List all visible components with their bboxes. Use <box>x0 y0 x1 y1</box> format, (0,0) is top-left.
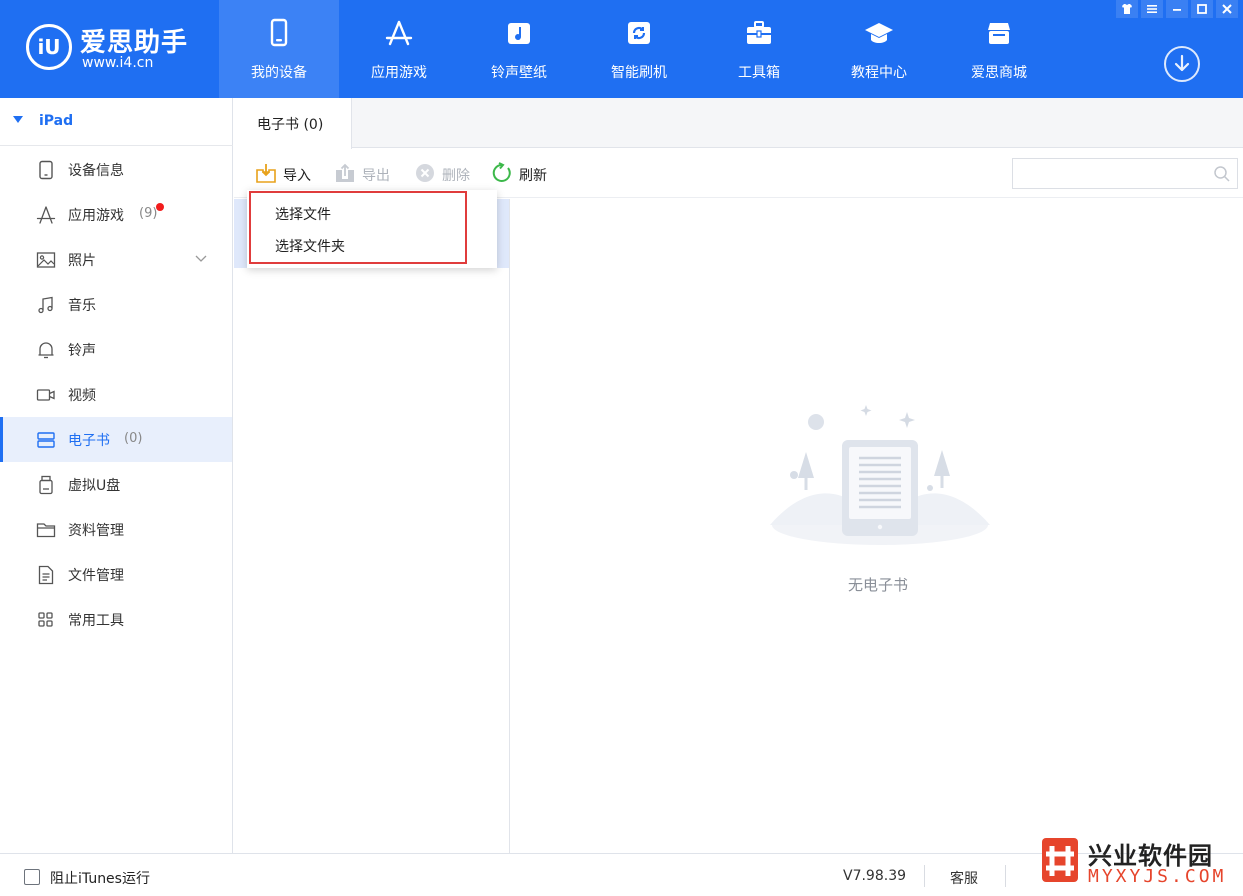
sidebar-item-ebooks[interactable]: 电子书 (0) <box>0 417 232 462</box>
grid-icon <box>38 612 53 627</box>
highlight-frame <box>249 191 467 264</box>
delete-button[interactable]: 删除 <box>414 161 474 187</box>
caret-down-icon <box>13 116 23 123</box>
document-icon <box>38 565 54 585</box>
block-itunes-label[interactable]: 阻止iTunes运行 <box>50 868 150 888</box>
nav-smart-flash[interactable]: 智能刷机 <box>579 0 699 98</box>
menu-icon <box>1147 5 1157 13</box>
download-manager-button[interactable] <box>1164 46 1200 82</box>
shirt-icon <box>1122 4 1132 14</box>
logo-url: www.i4.cn <box>82 55 154 71</box>
nav-ringtones-wallpapers[interactable]: 铃声壁纸 <box>459 0 579 98</box>
refresh-icon <box>492 162 511 182</box>
watermark-logo-icon <box>1042 838 1078 882</box>
customer-service-link[interactable]: 客服 <box>950 868 978 888</box>
nav-store[interactable]: 爱思商城 <box>939 0 1059 98</box>
download-icon <box>1174 54 1190 72</box>
sidebar-item-ringtones[interactable]: 铃声 <box>0 327 232 372</box>
sidebar-item-photos[interactable]: 照片 <box>0 237 232 282</box>
bell-icon <box>38 342 54 359</box>
close-button[interactable] <box>1216 0 1238 18</box>
logo-mark: iU <box>26 24 72 70</box>
tab-ebooks[interactable]: 电子书 (0) <box>234 98 352 149</box>
menu-button[interactable] <box>1141 0 1163 18</box>
empty-state-text: 无电子书 <box>847 576 908 594</box>
status-divider <box>1005 865 1006 887</box>
skin-button[interactable] <box>1116 0 1138 18</box>
close-icon <box>1222 4 1232 14</box>
app-count: (9) <box>139 206 158 221</box>
music-note-icon <box>38 296 53 314</box>
app-logo: iU 爱思助手 www.i4.cn <box>26 20 216 76</box>
minimize-icon <box>1173 9 1181 11</box>
video-camera-icon <box>36 389 55 401</box>
search-input[interactable] <box>1013 159 1203 188</box>
minimize-button[interactable] <box>1166 0 1188 18</box>
empty-ebook-illustration <box>770 405 990 545</box>
folder-icon <box>36 523 56 538</box>
maximize-button[interactable] <box>1191 0 1213 18</box>
music-note-icon <box>508 23 530 44</box>
store-icon <box>988 23 1010 44</box>
sidebar-item-data-management[interactable]: 资料管理 <box>0 507 232 552</box>
sidebar-item-virtual-usb[interactable]: 虚拟U盘 <box>0 462 232 507</box>
usb-drive-icon <box>39 475 53 495</box>
watermark: 兴业软件园 MYXYJS.COM <box>1040 836 1240 894</box>
status-divider <box>924 865 925 887</box>
watermark-url: MYXYJS.COM <box>1088 866 1227 887</box>
nav-toolbox[interactable]: 工具箱 <box>699 0 819 98</box>
app-store-icon <box>385 20 413 46</box>
search-box[interactable] <box>1012 158 1238 189</box>
sidebar: iPad 设备信息 应用游戏 (9) 照片 音乐 铃声 视频 电子书 (0) 虚… <box>0 98 233 853</box>
ebook-list-panel <box>234 199 510 853</box>
nav-tutorial-center[interactable]: 教程中心 <box>819 0 939 98</box>
sidebar-item-device-info[interactable]: 设备信息 <box>0 147 232 192</box>
tab-bar: 电子书 (0) <box>234 98 1243 149</box>
block-itunes-checkbox[interactable] <box>24 869 40 885</box>
import-icon <box>256 164 276 183</box>
nav-apps-games[interactable]: 应用游戏 <box>339 0 459 98</box>
export-button[interactable]: 导出 <box>334 161 394 187</box>
app-store-icon <box>36 206 56 224</box>
image-icon <box>36 252 56 268</box>
device-selector[interactable]: iPad <box>0 98 233 146</box>
delete-icon <box>416 164 434 182</box>
top-bar: iU 爱思助手 www.i4.cn 我的设备 应用游戏 铃声壁纸 智能刷机 工具… <box>0 0 1243 98</box>
sidebar-item-videos[interactable]: 视频 <box>0 372 232 417</box>
sidebar-item-common-tools[interactable]: 常用工具 <box>0 597 232 642</box>
sidebar-item-file-management[interactable]: 文件管理 <box>0 552 232 597</box>
refresh-button[interactable]: 刷新 <box>491 161 551 187</box>
chevron-down-icon[interactable] <box>194 251 208 265</box>
refresh-icon <box>628 22 650 44</box>
phone-icon <box>270 18 288 47</box>
sidebar-item-apps-games[interactable]: 应用游戏 (9) <box>0 192 232 237</box>
export-icon <box>336 163 354 182</box>
book-icon <box>37 432 55 448</box>
nav-my-device[interactable]: 我的设备 <box>219 0 339 98</box>
sidebar-item-music[interactable]: 音乐 <box>0 282 232 327</box>
toolbox-icon <box>747 21 771 44</box>
logo-title: 爱思助手 <box>80 28 189 58</box>
import-button[interactable]: 导入 <box>255 161 315 187</box>
device-name: iPad <box>39 113 74 129</box>
maximize-icon <box>1197 4 1207 14</box>
version-label: V7.98.39 <box>843 868 907 884</box>
tablet-icon <box>39 160 53 180</box>
search-icon[interactable] <box>1213 165 1231 183</box>
ebook-count: (0) <box>124 431 143 446</box>
graduation-cap-icon <box>865 23 893 43</box>
update-badge <box>156 203 164 211</box>
